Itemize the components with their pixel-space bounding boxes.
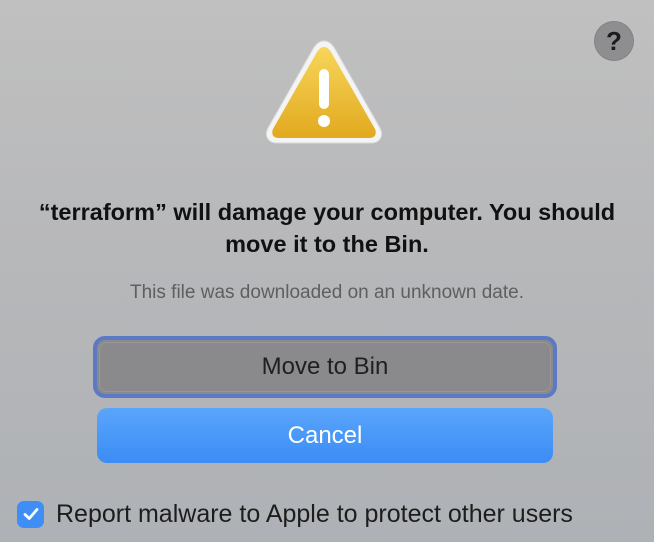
report-malware-option[interactable]: Report malware to Apple to protect other…: [17, 497, 573, 531]
checkmark-icon: [23, 508, 38, 520]
alert-headline: “terraform” will damage your computer. Y…: [38, 199, 616, 257]
warning-icon: [265, 40, 383, 144]
move-to-bin-label: Move to Bin: [261, 353, 389, 380]
report-malware-checkbox[interactable]: [17, 500, 44, 528]
move-to-bin-button[interactable]: Move to Bin: [93, 336, 557, 398]
help-button[interactable]: ?: [594, 21, 634, 61]
malware-alert-dialog: ? “terraform” will damage your computer.…: [0, 0, 654, 542]
alert-subtext: This file was downloaded on an unknown d…: [130, 282, 524, 303]
cancel-button[interactable]: Cancel: [97, 408, 553, 463]
help-icon: ?: [606, 25, 622, 56]
report-malware-label: Report malware to Apple to protect other…: [56, 499, 573, 528]
cancel-label: Cancel: [287, 421, 363, 449]
